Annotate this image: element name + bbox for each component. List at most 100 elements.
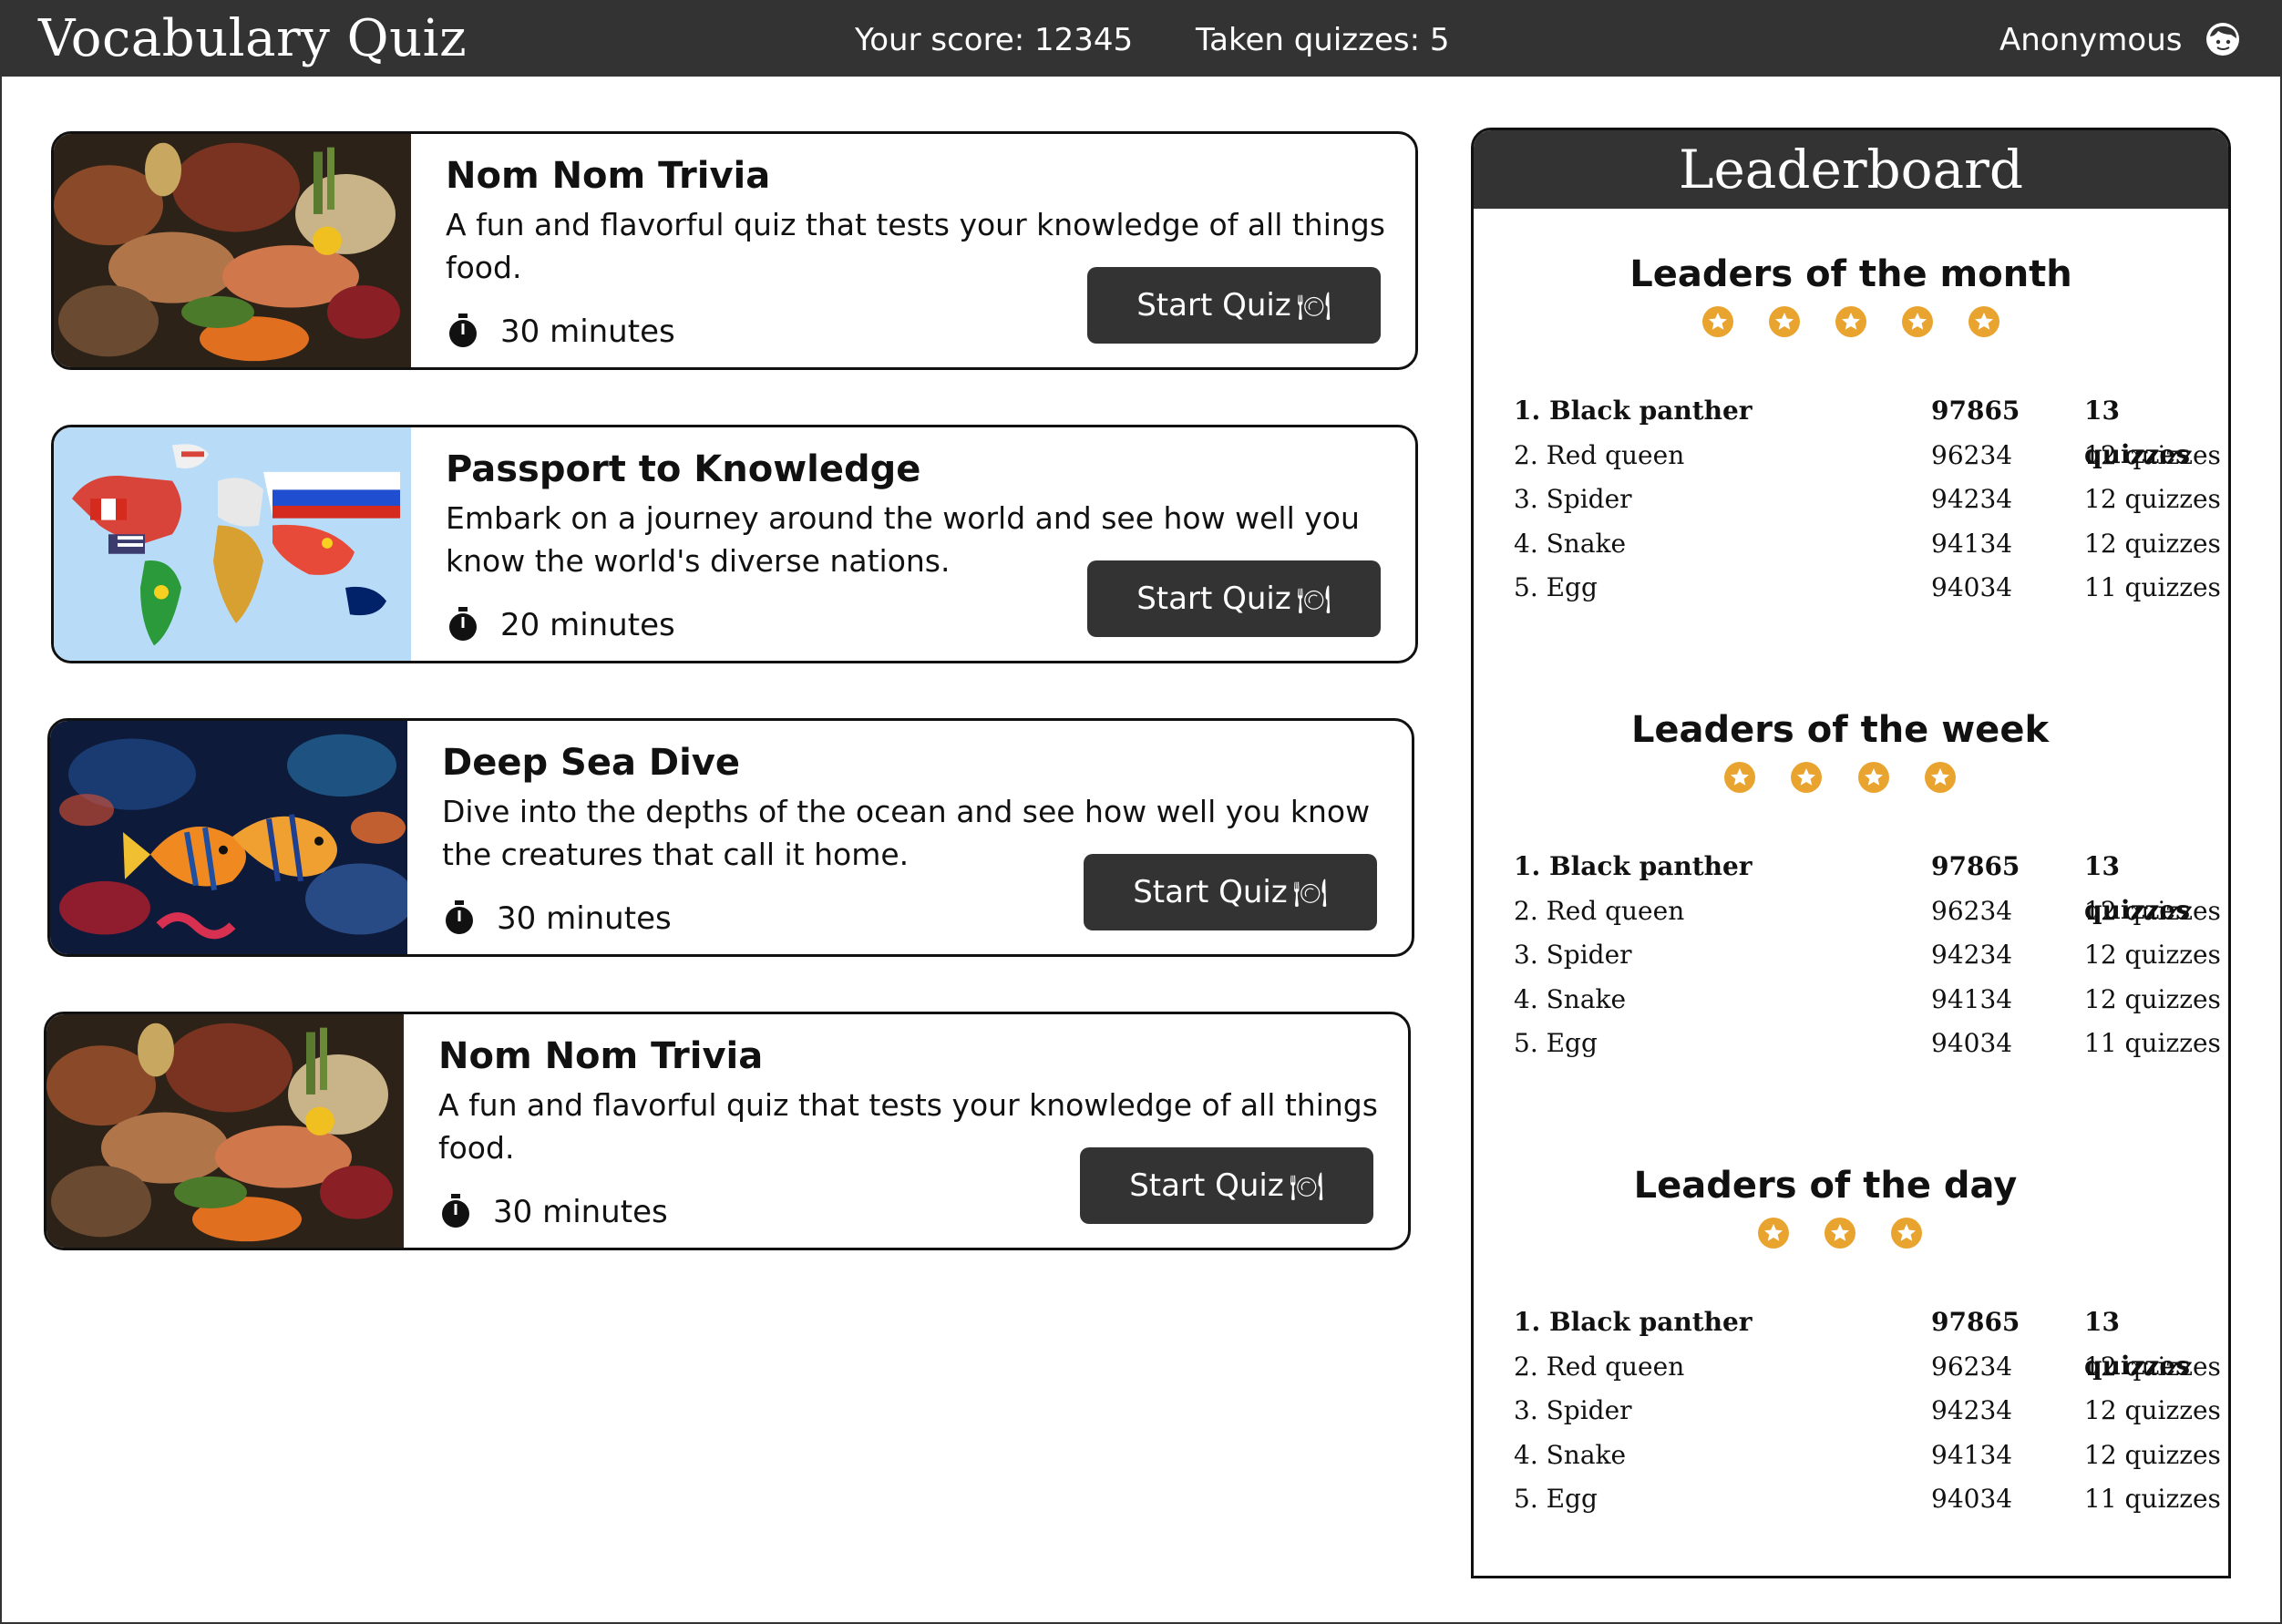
- section-title: Leaders of the month: [1629, 253, 2072, 295]
- start-quiz-label: Start Quiz: [1136, 581, 1291, 617]
- leaderboard-section-day: Leaders of the day 1. Black panther 97865…: [1474, 1160, 2228, 1514]
- food-image: [54, 134, 411, 367]
- leaderboard-row: 2. Red queen 96234 12 quizzes: [1514, 434, 2228, 478]
- quiz-duration: 20 minutes: [500, 607, 675, 643]
- leaderboard-row: 4. Snake 94134 12 quizzes: [1514, 978, 2228, 1022]
- plate-cutlery-icon: 🍽: [1292, 878, 1328, 910]
- leaderboard-section-month: Leaders of the month 1. Black panther 978…: [1474, 249, 2228, 602]
- quiz-duration: 30 minutes: [500, 313, 675, 350]
- leader-name: 3. Spider: [1514, 940, 1632, 970]
- star-rating: [1474, 1217, 2217, 1249]
- star-icon: [1835, 306, 1866, 337]
- stopwatch-icon: [449, 313, 477, 347]
- quiz-title: Nom Nom Trivia: [446, 155, 771, 197]
- start-quiz-button[interactable]: Start Quiz 🍽: [1080, 1147, 1373, 1224]
- start-quiz-button[interactable]: Start Quiz 🍽: [1087, 267, 1381, 344]
- leader-quiz-count: 12 quizzes: [2084, 1352, 2221, 1382]
- star-icon: [1857, 762, 1889, 793]
- leader-quiz-count: 11 quizzes: [2084, 1484, 2221, 1514]
- leader-score: 94034: [1931, 1028, 2013, 1058]
- leader-name: 4. Snake: [1514, 529, 1627, 559]
- leaderboard-row: 4. Snake 94134 12 quizzes: [1514, 1434, 2228, 1477]
- user-face-icon[interactable]: [2205, 22, 2240, 57]
- leaderboard-row: 5. Egg 94034 11 quizzes: [1514, 1477, 2228, 1521]
- quiz-title: Deep Sea Dive: [442, 742, 740, 784]
- leader-quiz-count: 11 quizzes: [2084, 1028, 2221, 1058]
- leaderboard-row: 1. Black panther 97865 13 quizzes: [1514, 389, 2228, 469]
- stopwatch-icon: [446, 900, 473, 934]
- star-icon: [1768, 306, 1800, 337]
- leader-name: 1. Black panther: [1514, 396, 1753, 426]
- section-title: Leaders of the day: [1633, 1165, 2018, 1207]
- leaderboard-row: 3. Spider 94234 12 quizzes: [1514, 1389, 2228, 1433]
- leader-score: 94034: [1931, 572, 2013, 602]
- leader-score: 94234: [1931, 1395, 2013, 1425]
- leader-score: 96234: [1931, 440, 2013, 470]
- section-title: Leaders of the week: [1630, 709, 2050, 751]
- leader-name: 1. Black panther: [1514, 1307, 1753, 1337]
- user-score: Your score: 12345: [855, 22, 1134, 58]
- star-icon: [1757, 1218, 1789, 1249]
- leader-score: 94234: [1931, 484, 2013, 514]
- world-flags-map-image: [54, 427, 411, 661]
- quiz-duration: 30 minutes: [497, 900, 672, 937]
- leader-score: 97865: [1931, 1307, 2020, 1337]
- star-icon: [1891, 1218, 1923, 1249]
- food-image: [46, 1014, 404, 1248]
- leader-score: 94134: [1931, 984, 2013, 1014]
- leader-name: 4. Snake: [1514, 1440, 1627, 1470]
- star-rating: [1474, 761, 2217, 794]
- stopwatch-icon: [442, 1194, 469, 1228]
- star-icon: [1902, 306, 1934, 337]
- leader-score: 97865: [1931, 851, 2020, 881]
- leaderboard-row: 2. Red queen 96234 12 quizzes: [1514, 889, 2228, 933]
- leader-name: 2. Red queen: [1514, 1352, 1685, 1382]
- leader-score: 94134: [1931, 1440, 2013, 1470]
- plate-cutlery-icon: 🍽: [1289, 1171, 1324, 1203]
- leader-name: 5. Egg: [1514, 1484, 1598, 1514]
- leader-quiz-count: 12 quizzes: [2084, 1440, 2221, 1470]
- leader-name: 5. Egg: [1514, 1028, 1598, 1058]
- start-quiz-button[interactable]: Start Quiz 🍽: [1087, 560, 1381, 637]
- leader-quiz-count: 12 quizzes: [2084, 529, 2221, 559]
- leaderboard-section-week: Leaders of the week 1. Black panther 9786…: [1474, 704, 2228, 1058]
- leader-quiz-count: 12 quizzes: [2084, 440, 2221, 470]
- tropical-fish-image: [50, 721, 407, 954]
- leaderboard-row: 1. Black panther 97865 13 quizzes: [1514, 845, 2228, 925]
- leaderboard-row: 2. Red queen 96234 12 quizzes: [1514, 1345, 2228, 1389]
- star-icon: [1791, 762, 1823, 793]
- quiz-duration: 30 minutes: [493, 1194, 668, 1230]
- leader-quiz-count: 12 quizzes: [2084, 984, 2221, 1014]
- leader-name: 3. Spider: [1514, 1395, 1632, 1425]
- leader-score: 94134: [1931, 529, 2013, 559]
- user-name[interactable]: Anonymous: [1999, 20, 2182, 60]
- plate-cutlery-icon: 🍽: [1296, 584, 1331, 616]
- top-bar: Vocabulary Quiz Your score: 12345 Taken …: [0, 0, 2282, 77]
- start-quiz-button[interactable]: Start Quiz 🍽: [1084, 854, 1377, 930]
- quiz-card: Passport to Knowledge Embark on a journe…: [51, 425, 1418, 663]
- leaderboard-row: 5. Egg 94034 11 quizzes: [1514, 566, 2228, 610]
- leader-name: 1. Black panther: [1514, 851, 1753, 881]
- start-quiz-label: Start Quiz: [1133, 874, 1288, 910]
- leader-name: 5. Egg: [1514, 572, 1598, 602]
- star-icon: [1825, 1218, 1855, 1249]
- leader-score: 96234: [1931, 1352, 2013, 1382]
- taken-quizzes-count: Taken quizzes: 5: [1196, 22, 1450, 58]
- leader-score: 94234: [1931, 940, 2013, 970]
- leaderboard-title: Leaderboard: [1474, 130, 2228, 209]
- leader-quiz-count: 12 quizzes: [2084, 1395, 2221, 1425]
- leaderboard-row: 4. Snake 94134 12 quizzes: [1514, 522, 2228, 566]
- leader-quiz-count: 12 quizzes: [2084, 896, 2221, 926]
- app-title: Vocabulary Quiz: [38, 9, 468, 68]
- leader-name: 2. Red queen: [1514, 440, 1685, 470]
- leader-quiz-count: 11 quizzes: [2084, 572, 2221, 602]
- leader-score: 96234: [1931, 896, 2013, 926]
- leader-score: 97865: [1931, 396, 2020, 426]
- star-icon: [1724, 762, 1756, 793]
- leaderboard-row: 3. Spider 94234 12 quizzes: [1514, 933, 2228, 977]
- leaderboard-panel: Leaderboard Leaders of the month 1. Blac…: [1471, 128, 2231, 1578]
- leader-name: 2. Red queen: [1514, 896, 1685, 926]
- plate-cutlery-icon: 🍽: [1296, 291, 1331, 323]
- leaderboard-row: 5. Egg 94034 11 quizzes: [1514, 1022, 2228, 1065]
- star-icon: [1968, 306, 2000, 337]
